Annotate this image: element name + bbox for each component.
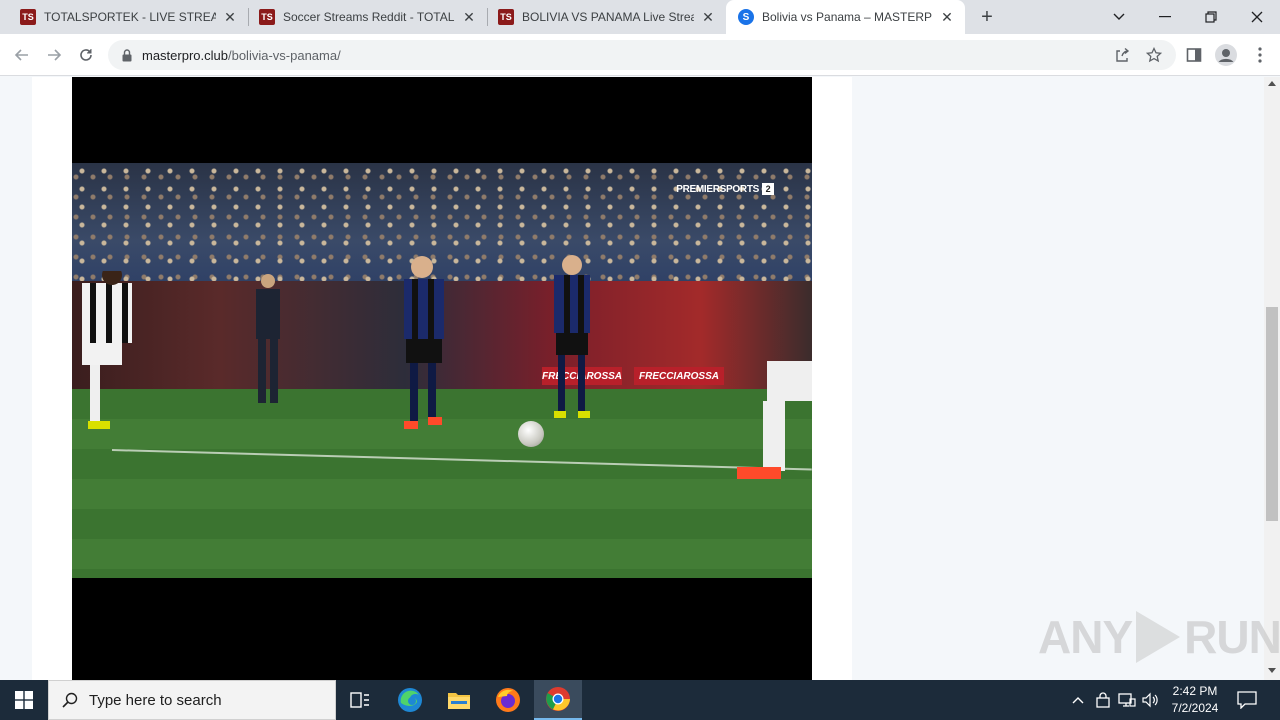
video-player[interactable]: FRECCIAROSSA FRECCIAROSSA xyxy=(72,77,812,680)
chrome-icon[interactable] xyxy=(534,680,582,720)
file-explorer-icon[interactable] xyxy=(435,680,483,720)
close-icon[interactable]: ✕ xyxy=(461,9,477,25)
url-path: /bolivia-vs-panama/ xyxy=(227,47,341,63)
share-icon[interactable] xyxy=(1114,47,1130,63)
tab-soccer-streams[interactable]: TS Soccer Streams Reddit - TOTALSP ✕ xyxy=(239,0,487,34)
watermark-text-right: RUN xyxy=(1184,611,1280,663)
page-viewport: FRECCIAROSSA FRECCIAROSSA xyxy=(0,77,1280,680)
clock-time: 2:42 PM xyxy=(1172,684,1218,698)
masterpro-favicon-icon: S xyxy=(738,9,754,25)
tab-search-chevron-icon[interactable] xyxy=(1096,0,1142,34)
tab-title: Bolivia vs Panama – MASTERPRO xyxy=(762,10,933,24)
player-figure xyxy=(737,361,812,479)
coach-figure xyxy=(256,274,280,403)
totalsportek-favicon-icon: TS xyxy=(498,9,514,25)
address-bar[interactable]: masterpro.club/bolivia-vs-panama/ xyxy=(108,40,1176,70)
tab-bolivia-panama-live[interactable]: TS BOLIVIA VS PANAMA Live Strean ✕ xyxy=(478,0,726,34)
bookmark-star-icon[interactable] xyxy=(1146,47,1162,63)
page-sidebar xyxy=(852,77,1264,680)
watermark-text-left: ANY xyxy=(1038,611,1133,663)
scroll-down-arrow-icon[interactable] xyxy=(1268,668,1276,673)
close-icon[interactable]: ✕ xyxy=(222,9,238,25)
totalsportek-favicon-icon: TS xyxy=(20,9,36,25)
new-tab-plus-icon[interactable]: + xyxy=(976,6,998,28)
windows-taskbar: Type here to search 2:42 PM 7/2/2024 xyxy=(0,680,1280,720)
tab-title: TOTALSPORTEK - LIVE STREAMS xyxy=(44,10,216,24)
tab-masterpro-active[interactable]: S Bolivia vs Panama – MASTERPRO ✕ xyxy=(726,0,965,34)
close-icon[interactable]: ✕ xyxy=(939,9,955,25)
url-text: masterpro.club/bolivia-vs-panama/ xyxy=(142,48,341,63)
broadcaster-logo: PREMIERSPORTS 2 xyxy=(676,183,774,195)
notification-icon[interactable] xyxy=(1234,688,1260,712)
close-window-icon[interactable] xyxy=(1234,0,1280,34)
edge-browser-icon[interactable] xyxy=(386,680,434,720)
anyrun-watermark: ANY RUN xyxy=(1038,610,1280,664)
tab-strip: TS TOTALSPORTEK - LIVE STREAMS ✕ TS Socc… xyxy=(0,0,1280,34)
volume-icon[interactable] xyxy=(1141,690,1161,710)
chevron-up-icon[interactable] xyxy=(1068,690,1088,710)
advert-board: FRECCIAROSSA xyxy=(634,367,724,385)
player-figure xyxy=(404,256,444,429)
page-scrollbar[interactable] xyxy=(1264,77,1280,680)
task-view-icon[interactable] xyxy=(336,680,384,720)
more-vertical-icon[interactable] xyxy=(1248,43,1272,67)
tab-title: Soccer Streams Reddit - TOTALSP xyxy=(283,10,455,24)
totalsportek-favicon-icon: TS xyxy=(259,9,275,25)
taskbar-search-input[interactable]: Type here to search xyxy=(48,680,336,720)
search-icon xyxy=(61,691,79,709)
tab-totalsportek[interactable]: TS TOTALSPORTEK - LIVE STREAMS ✕ xyxy=(0,0,248,34)
restore-icon[interactable] xyxy=(1188,0,1234,34)
broadcaster-name: PREMIERSPORTS xyxy=(676,183,759,195)
minimize-icon[interactable] xyxy=(1142,0,1188,34)
url-domain: masterpro.club xyxy=(142,47,228,63)
reload-icon[interactable] xyxy=(72,41,100,69)
tab-title: BOLIVIA VS PANAMA Live Strean xyxy=(522,10,694,24)
article-column: FRECCIAROSSA FRECCIAROSSA xyxy=(32,77,852,680)
security-icon[interactable] xyxy=(1093,690,1113,710)
football-ball xyxy=(518,421,544,447)
system-clock[interactable]: 2:42 PM 7/2/2024 xyxy=(1166,683,1224,717)
windows-start-icon[interactable] xyxy=(0,680,48,720)
channel-number: 2 xyxy=(762,183,774,195)
lock-icon[interactable] xyxy=(120,48,134,62)
side-panel-icon[interactable] xyxy=(1182,43,1206,67)
firefox-icon[interactable] xyxy=(484,680,532,720)
watermark-play-icon xyxy=(1136,611,1181,663)
profile-avatar-icon[interactable] xyxy=(1214,43,1238,67)
forward-arrow-icon[interactable] xyxy=(40,41,68,69)
network-icon[interactable] xyxy=(1117,690,1137,710)
scroll-up-arrow-icon[interactable] xyxy=(1268,81,1276,86)
close-icon[interactable]: ✕ xyxy=(700,9,716,25)
search-placeholder: Type here to search xyxy=(89,691,222,709)
player-figure xyxy=(554,255,590,418)
video-frame[interactable]: FRECCIAROSSA FRECCIAROSSA xyxy=(72,163,812,578)
browser-toolbar: masterpro.club/bolivia-vs-panama/ xyxy=(0,34,1280,76)
player-figure xyxy=(82,271,132,429)
clock-date: 7/2/2024 xyxy=(1171,701,1219,715)
back-arrow-icon[interactable] xyxy=(8,41,36,69)
scroll-thumb[interactable] xyxy=(1266,307,1278,521)
